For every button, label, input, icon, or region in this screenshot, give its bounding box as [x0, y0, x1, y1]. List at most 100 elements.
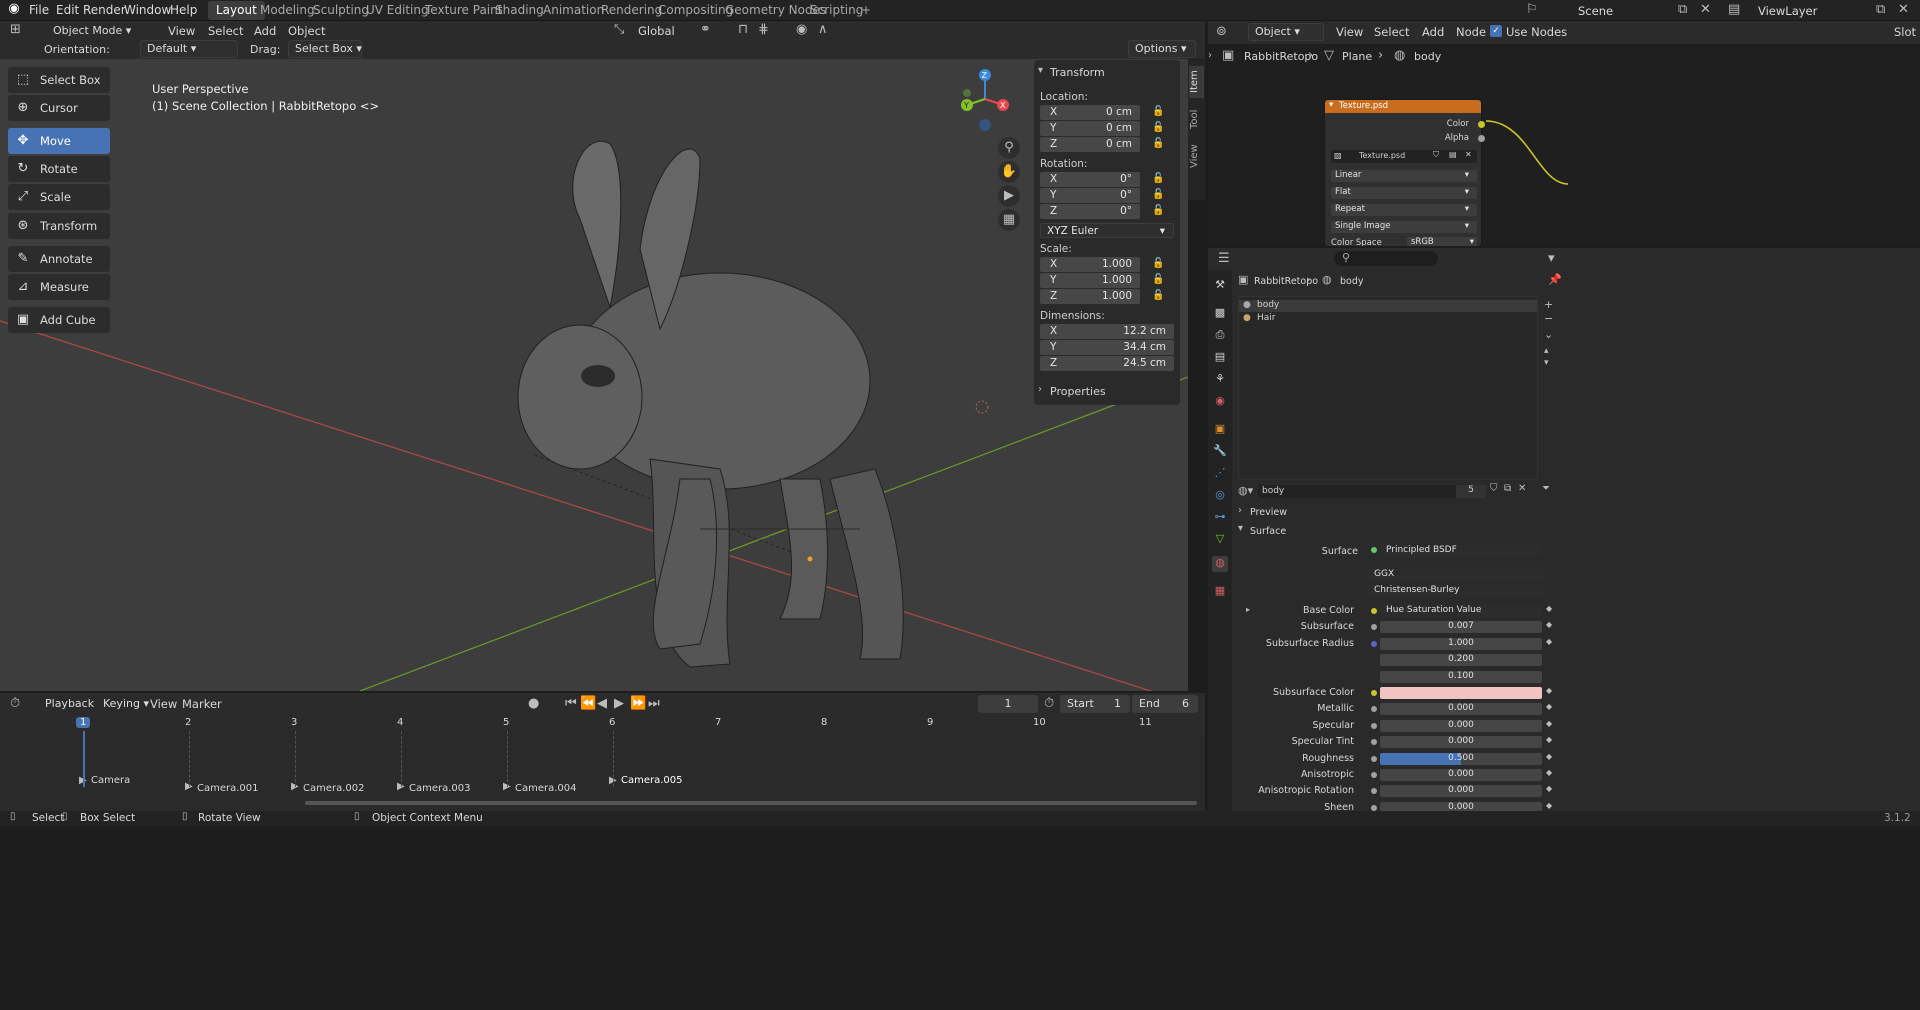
axis-gizmo[interactable]: Z X Y [955, 67, 1015, 137]
properties-search-input[interactable]: ⚲ [1334, 251, 1438, 266]
add-slot-icon[interactable]: + [1544, 298, 1553, 311]
perspective-toggle-icon[interactable]: ▦ [998, 209, 1020, 231]
node-editor-canvas[interactable]: › ▣ RabbitRetopo › ▽ Plane › ◍ body ▾ Te… [1208, 44, 1920, 246]
3d-viewport[interactable]: User Perspective (1) Scene Collection | … [0, 59, 1188, 691]
rotation-y-field[interactable]: Y 0° [1040, 188, 1140, 203]
play-icon[interactable]: ▶ [614, 696, 624, 711]
image-selector[interactable]: ▨ Texture.psd ⛉ ▤ ✕ [1331, 150, 1477, 163]
lock-icon[interactable]: 🔓 [1152, 138, 1164, 149]
start-frame-field[interactable]: Start 1 [1060, 695, 1130, 713]
delete-view-layer-icon[interactable]: ✕ [1898, 2, 1909, 17]
keyframe-icon[interactable]: ◆ [1546, 768, 1552, 777]
pivot-point-icon[interactable]: ⚭ [700, 22, 711, 37]
transform-orientation-dropdown[interactable]: Global [638, 24, 675, 38]
value-field[interactable]: 0.000 [1380, 736, 1542, 748]
keyframe-icon[interactable]: ◆ [1546, 784, 1552, 793]
menu-file[interactable]: File [29, 3, 49, 17]
input-socket-icon[interactable] [1371, 739, 1377, 745]
marker-label[interactable]: Camera.003 [409, 783, 471, 794]
texture-props-icon[interactable]: ▦ [1212, 584, 1228, 600]
rotation-z-field[interactable]: Z 0° [1040, 204, 1140, 219]
snap-target-icon[interactable]: ⋕ [758, 22, 769, 37]
marker-label[interactable]: Camera.001 [197, 783, 259, 794]
particles-props-icon[interactable]: ⋰ [1212, 466, 1228, 482]
chevron-down-icon[interactable]: ▾ [1238, 523, 1243, 534]
surface-section[interactable]: Surface [1250, 526, 1286, 537]
rabbit-mesh[interactable] [517, 141, 989, 668]
lock-icon[interactable]: 🔓 [1152, 274, 1164, 285]
timeline-editor[interactable]: ⏱ Playback ▾ Keying ▾ View Marker ● ⏮ ⏪ … [0, 693, 1205, 811]
menu-view[interactable]: View [168, 24, 195, 38]
input-socket-icon[interactable] [1371, 772, 1377, 778]
list-item[interactable]: ● body [1239, 300, 1537, 312]
scene-name[interactable]: Scene [1578, 4, 1613, 18]
user-count[interactable]: 5 [1456, 485, 1486, 498]
slot-menu-icon[interactable]: ⌄ [1544, 328, 1553, 341]
lock-icon[interactable]: 🔓 [1152, 106, 1164, 117]
jump-end-icon[interactable]: ⏭ [648, 696, 660, 711]
value-field[interactable]: 0.007 [1380, 621, 1542, 633]
scale-y-field[interactable]: Y 1.000 [1040, 273, 1140, 288]
value-field[interactable]: 0.200 [1380, 654, 1542, 666]
chevron-down-icon[interactable]: ▾ [1548, 251, 1555, 266]
chevron-right-icon[interactable]: › [1238, 505, 1242, 516]
input-socket-icon[interactable] [1371, 723, 1377, 729]
view-layer-props-icon[interactable]: ▤ [1212, 350, 1228, 366]
source-dropdown[interactable]: Single Image ▾ [1331, 221, 1477, 233]
slot-dropdown[interactable]: Slot 1 [1894, 25, 1920, 39]
frame-ruler[interactable]: 1 2 3 4 5 6 7 8 9 10 11 [0, 715, 1205, 731]
drag-dropdown[interactable]: Select Box ▾ [288, 40, 362, 58]
menu-add[interactable]: Add [1422, 25, 1444, 39]
tool-transform[interactable]: ⊛ Transform [8, 213, 110, 239]
material-props-icon[interactable]: ◍ [1212, 556, 1228, 572]
projection-dropdown[interactable]: Flat ▾ [1331, 187, 1477, 199]
transform-orientation-icon[interactable]: ⤡ [614, 22, 624, 37]
fake-user-icon[interactable]: ⛉ [1490, 483, 1498, 494]
lock-icon[interactable]: 🔓 [1152, 173, 1164, 184]
input-socket-icon[interactable] [1371, 608, 1377, 614]
proportional-editing-icon[interactable]: ◉ [796, 22, 807, 37]
play-reverse-icon[interactable]: ◀ [597, 696, 607, 711]
close-icon[interactable]: ✕ [1465, 150, 1472, 159]
tool-move[interactable]: ✥ Move [8, 128, 110, 154]
move-down-icon[interactable]: ▾ [1544, 358, 1549, 368]
menu-view[interactable]: View [150, 697, 177, 711]
preview-section[interactable]: Preview [1250, 507, 1287, 518]
menu-object[interactable]: Object [288, 24, 325, 38]
tool-scale[interactable]: ⤢ Scale [8, 184, 110, 210]
input-socket-icon[interactable] [1371, 788, 1377, 794]
keyframe-icon[interactable]: ◆ [1546, 686, 1552, 695]
object-props-icon[interactable]: ▣ [1212, 422, 1228, 438]
distribution-dropdown[interactable]: GGX [1368, 569, 1544, 581]
chevron-down-icon[interactable]: ▾ [1038, 65, 1043, 76]
use-nodes-checkbox[interactable]: ✓ [1490, 25, 1502, 37]
editor-type-icon[interactable]: ⊞ [10, 22, 21, 37]
marker-label[interactable]: Camera [91, 775, 130, 786]
stopwatch-icon[interactable]: ⏱ [1044, 696, 1054, 711]
material-slots-list[interactable]: ● body ● Hair [1238, 296, 1538, 480]
scene-icon[interactable]: ⚐ [1526, 2, 1538, 17]
subsurface-method-dropdown[interactable]: Christensen-Burley [1368, 585, 1544, 597]
view-layer-icon[interactable]: ▤ [1728, 2, 1740, 17]
location-x-field[interactable]: X 0 cm [1040, 105, 1140, 120]
value-field[interactable]: 0.000 [1380, 785, 1542, 797]
keying-dropdown[interactable]: Keying ▾ [96, 695, 149, 713]
tab-item[interactable]: Item [1189, 66, 1204, 98]
options-dropdown[interactable]: Options ▾ [1128, 40, 1196, 58]
blender-logo-icon[interactable]: ◉ [6, 1, 22, 16]
scene-props-icon[interactable]: ⚘ [1212, 372, 1228, 388]
material-name-field[interactable]: body [1258, 485, 1456, 498]
keyframe-icon[interactable]: ◆ [1546, 735, 1552, 744]
marker-label[interactable]: Camera.004 [515, 783, 577, 794]
tab-tool[interactable]: Tool [1189, 104, 1204, 134]
output-color-socket[interactable] [1478, 121, 1485, 128]
world-props-icon[interactable]: ◉ [1212, 394, 1228, 410]
tool-measure[interactable]: ⊿ Measure [8, 274, 110, 300]
menu-select[interactable]: Select [208, 24, 243, 38]
unlink-icon[interactable]: ✕ [1518, 483, 1526, 494]
value-field[interactable]: 0.000 [1380, 769, 1542, 781]
editor-type-icon[interactable]: ⏱ [10, 696, 20, 711]
move-up-icon[interactable]: ▴ [1544, 346, 1549, 356]
menu-node[interactable]: Node [1456, 25, 1486, 39]
input-socket-icon[interactable] [1371, 706, 1377, 712]
